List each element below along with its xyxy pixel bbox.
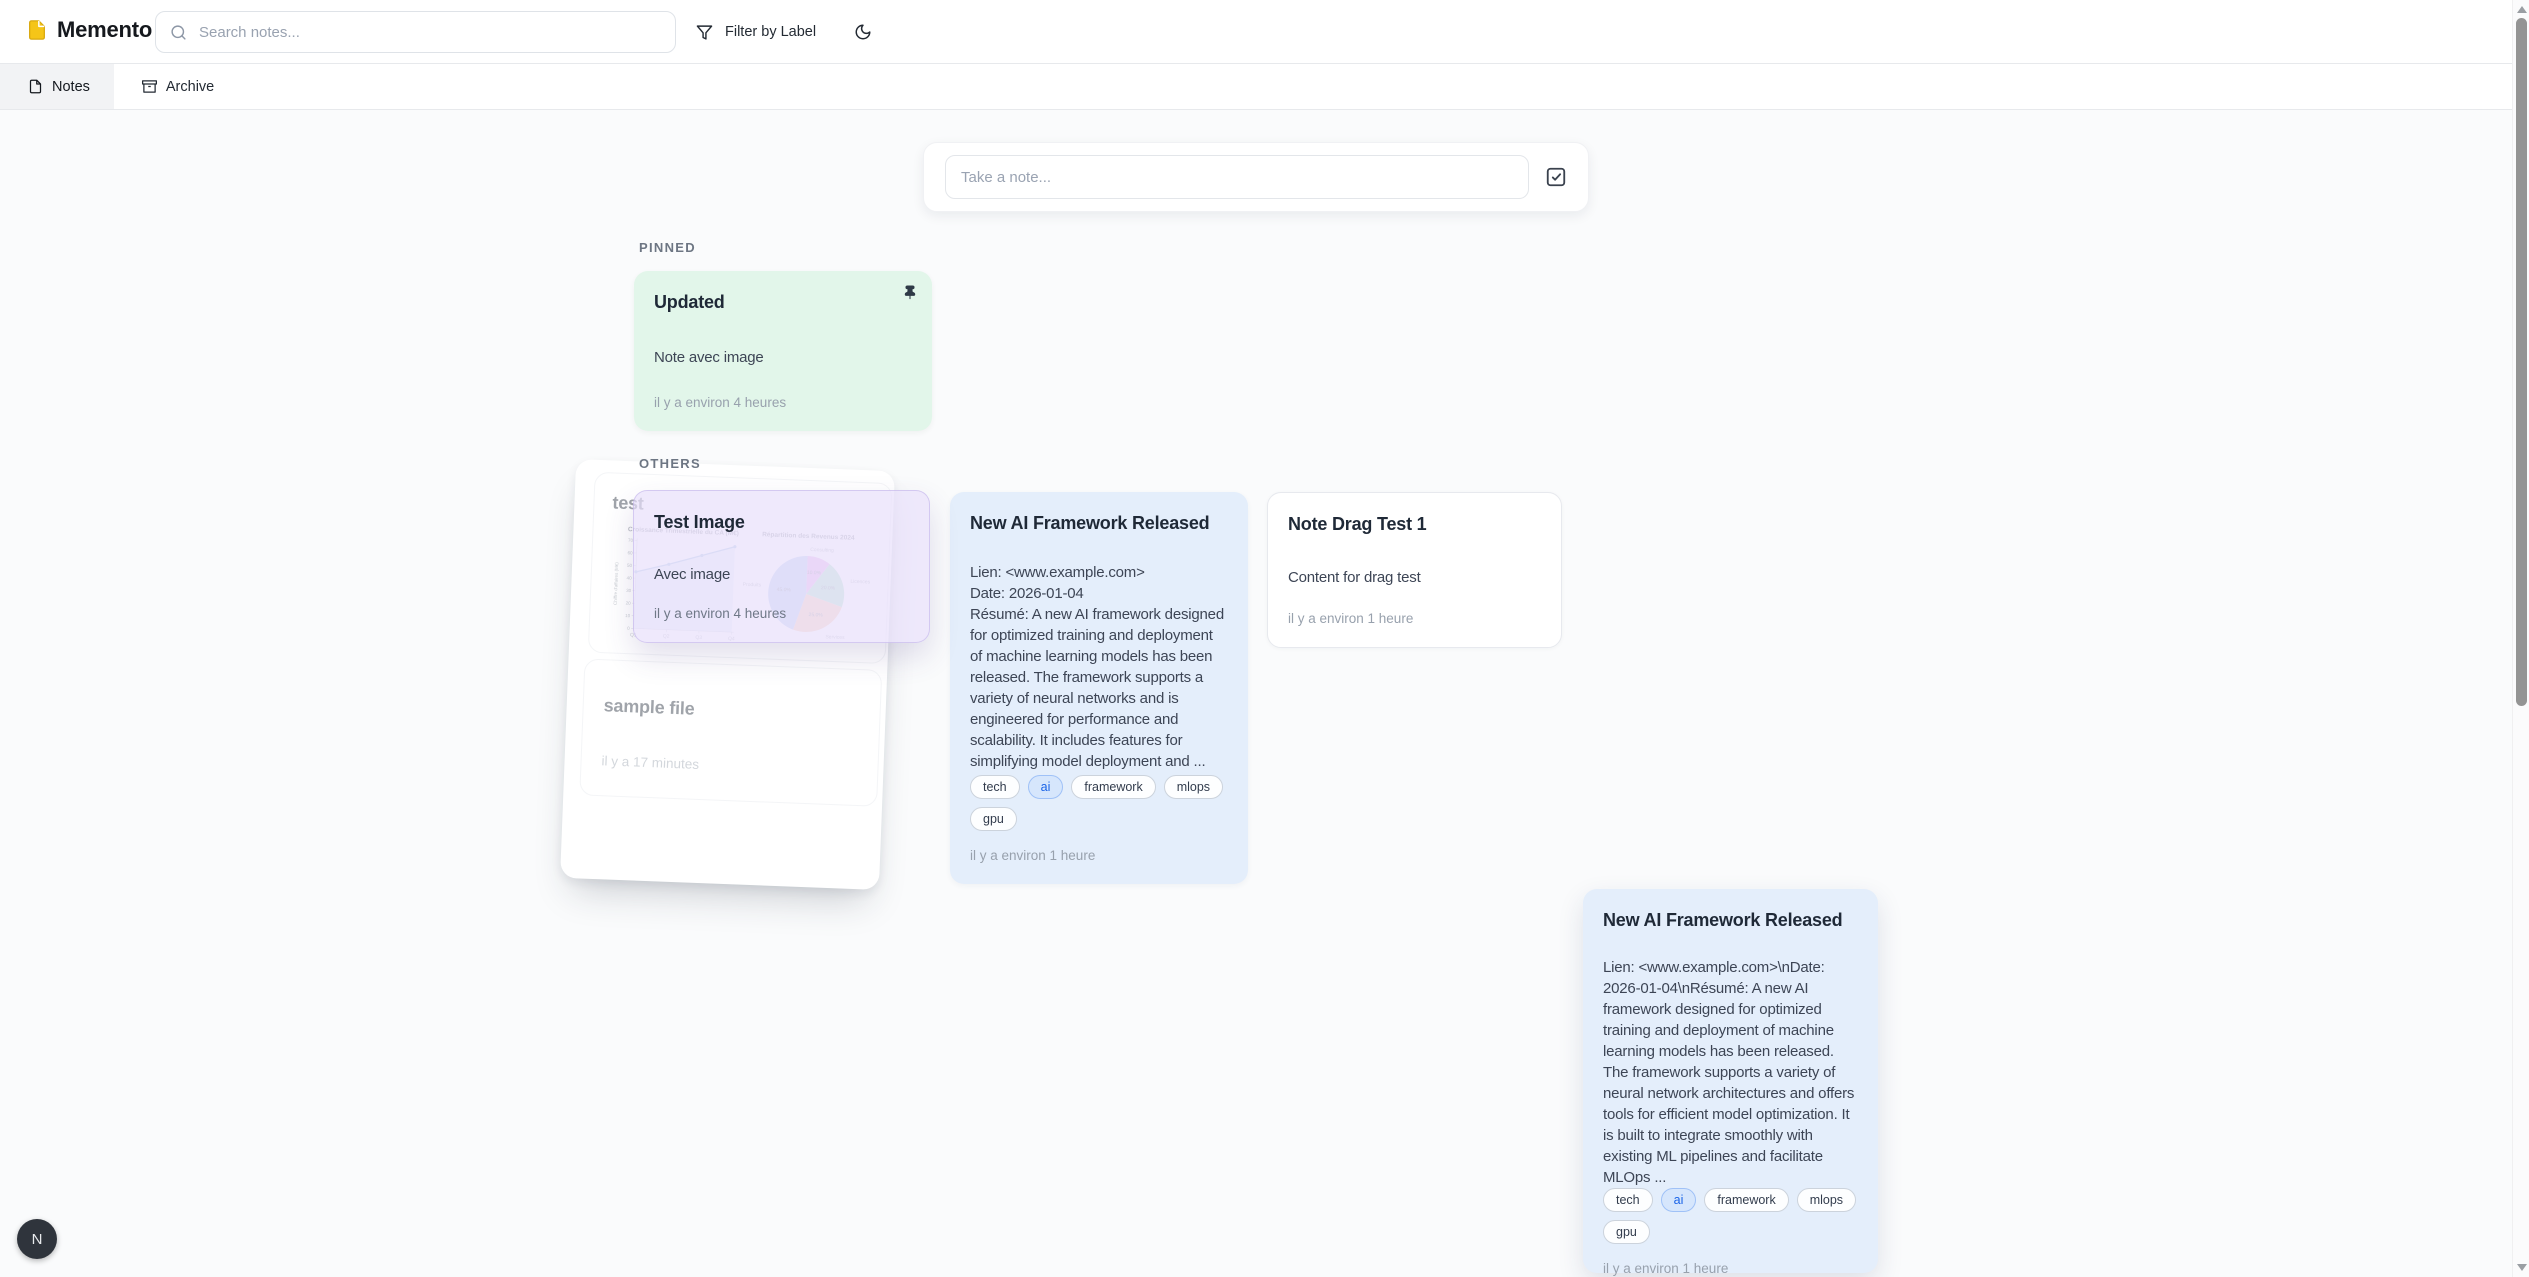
tab-notes[interactable]: Notes xyxy=(0,64,114,109)
avatar-initial: N xyxy=(32,1231,43,1248)
scrollbar xyxy=(2512,0,2529,1277)
note-timestamp: il y a environ 1 heure xyxy=(1288,610,1541,627)
svg-text:Chiffre d'affaires (M€): Chiffre d'affaires (M€) xyxy=(613,562,620,606)
take-a-note-card xyxy=(923,142,1589,212)
archive-icon xyxy=(142,79,157,94)
tab-archive-label: Archive xyxy=(166,79,214,95)
note-title: Test Image xyxy=(654,511,909,533)
tag-gpu[interactable]: gpu xyxy=(970,807,1017,831)
note-timestamp: il y a environ 4 heures xyxy=(654,605,909,622)
search-icon xyxy=(170,24,187,41)
note-title: New AI Framework Released xyxy=(970,512,1228,534)
tag-framework[interactable]: framework xyxy=(1704,1188,1788,1212)
note-title: New AI Framework Released xyxy=(1603,909,1858,931)
note-card-updated[interactable]: Updated Note avec image il y a environ 4… xyxy=(634,271,932,431)
note-timestamp: il y a environ 1 heure xyxy=(970,847,1228,864)
app-title: Memento xyxy=(57,17,152,43)
app-logo: Memento xyxy=(26,17,152,43)
app-header: Memento Filter by Label xyxy=(0,0,2529,64)
notes-file-icon xyxy=(28,79,43,94)
note-title: Updated xyxy=(654,291,912,313)
drag-ghost-card-new-ai-framework[interactable]: New AI Framework Released Lien: <www.exa… xyxy=(1583,889,1878,1273)
search-box[interactable] xyxy=(155,11,676,53)
take-a-note-input[interactable] xyxy=(945,155,1529,199)
tag-ai[interactable]: ai xyxy=(1028,775,1064,799)
note-body: Note avec image xyxy=(654,347,912,368)
note-card-sample-file[interactable]: sample file il y a 17 minutes xyxy=(579,658,882,806)
svg-text:50: 50 xyxy=(627,563,633,568)
drag-preview-card-test-image[interactable]: Test Image Avec image il y a environ 4 h… xyxy=(633,490,930,643)
note-body: Lien: <www.example.com>\nDate: 2026-01-0… xyxy=(1603,957,1858,1188)
search-input[interactable] xyxy=(197,23,661,42)
note-card-new-ai-framework[interactable]: New AI Framework Released Lien: <www.exa… xyxy=(950,492,1248,884)
svg-text:30: 30 xyxy=(626,588,632,593)
note-tags: techai framework mlops gpu xyxy=(1603,1188,1858,1244)
tag-tech[interactable]: tech xyxy=(970,775,1020,799)
dark-mode-toggle[interactable] xyxy=(845,14,881,50)
moon-icon xyxy=(854,23,872,41)
filter-by-label-button[interactable]: Filter by Label xyxy=(688,14,824,50)
tab-archive[interactable]: Archive xyxy=(114,64,238,109)
note-body: Content for drag test xyxy=(1288,567,1541,588)
tabbar: Notes Archive xyxy=(0,64,2529,110)
svg-text:40: 40 xyxy=(627,575,633,580)
svg-text:0: 0 xyxy=(627,626,630,631)
note-tags: techai framework mlops gpu xyxy=(970,775,1228,831)
funnel-icon xyxy=(696,24,713,41)
section-label-pinned: PINNED xyxy=(639,240,696,255)
note-body: Avec image xyxy=(654,564,909,585)
tag-gpu[interactable]: gpu xyxy=(1603,1220,1650,1244)
section-label-others: OTHERS xyxy=(639,456,701,471)
tag-tech[interactable]: tech xyxy=(1603,1188,1653,1212)
svg-text:20: 20 xyxy=(626,600,632,605)
checklist-icon[interactable] xyxy=(1545,166,1567,188)
filter-by-label-text: Filter by Label xyxy=(725,24,816,40)
tag-mlops[interactable]: mlops xyxy=(1164,775,1223,799)
note-title: Note Drag Test 1 xyxy=(1288,513,1541,535)
note-card-drag-test-1[interactable]: Note Drag Test 1 Content for drag test i… xyxy=(1267,492,1562,648)
note-timestamp: il y a 17 minutes xyxy=(601,752,857,779)
scrollbar-thumb[interactable] xyxy=(2516,18,2527,706)
tag-ai[interactable]: ai xyxy=(1661,1188,1697,1212)
note-title: sample file xyxy=(603,694,860,726)
note-timestamp: il y a environ 1 heure xyxy=(1603,1260,1858,1277)
scrollbar-down-arrow[interactable] xyxy=(2517,1264,2527,1271)
tag-framework[interactable]: framework xyxy=(1071,775,1155,799)
svg-text:10: 10 xyxy=(625,613,631,618)
note-body: Lien: <www.example.com> Date: 2026-01-04… xyxy=(970,562,1228,772)
user-avatar[interactable]: N xyxy=(17,1219,57,1259)
tab-notes-label: Notes xyxy=(52,79,90,95)
note-timestamp: il y a environ 4 heures xyxy=(654,394,912,411)
tag-mlops[interactable]: mlops xyxy=(1797,1188,1856,1212)
scrollbar-up-arrow[interactable] xyxy=(2517,6,2527,13)
memento-file-icon xyxy=(26,18,48,42)
pin-icon[interactable] xyxy=(902,284,918,300)
